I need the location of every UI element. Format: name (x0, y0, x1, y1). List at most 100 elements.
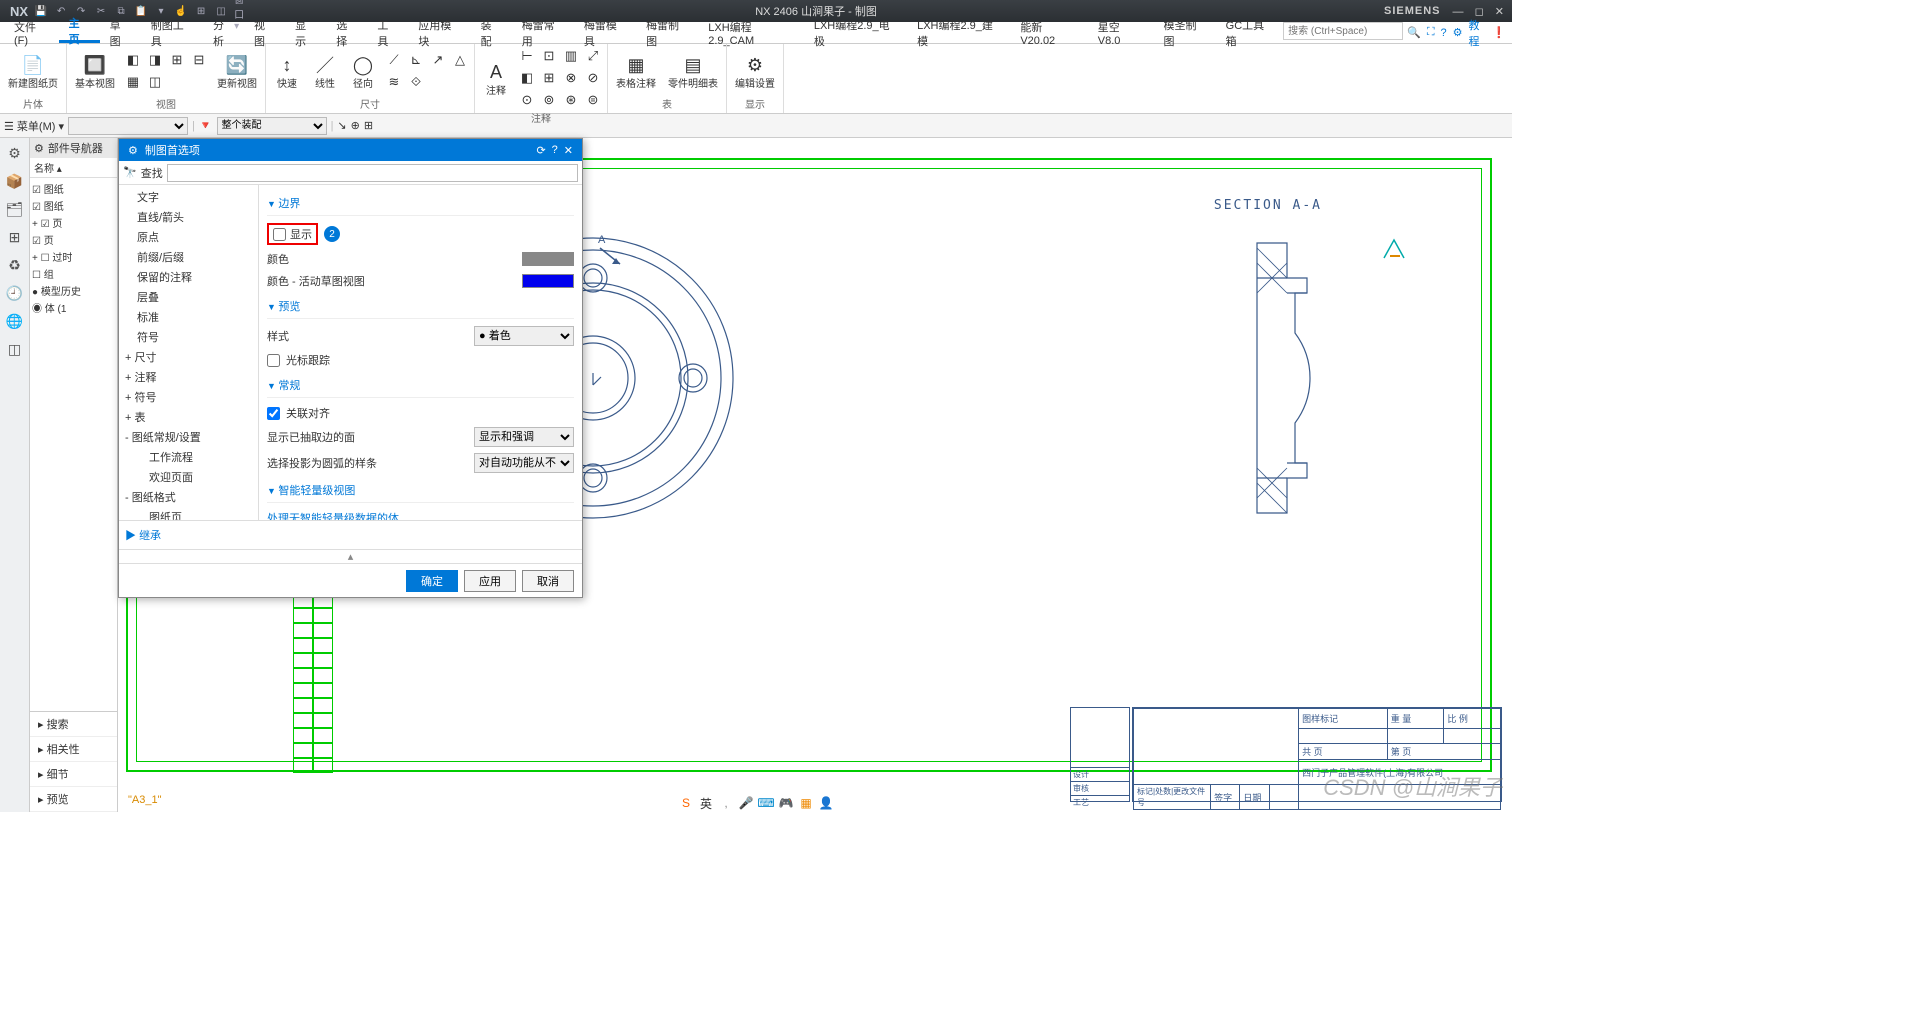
accordion-搜索[interactable]: ▸ 搜索 (30, 712, 117, 737)
tree-item[interactable]: + ☐ 过时 (32, 248, 115, 265)
tree-item[interactable]: ☑ 图纸 (32, 180, 115, 197)
ribbon-small-icon[interactable]: ◫ (145, 72, 165, 92)
tutorial-link[interactable]: 教程 (1469, 17, 1487, 49)
show-border-checkbox[interactable] (273, 228, 286, 241)
tool-icon-3[interactable]: ⊞ (364, 119, 373, 132)
color-swatch[interactable] (522, 252, 574, 266)
tab-11[interactable]: 梅雷常用 (512, 22, 574, 43)
ribbon-button[interactable]: 🔄更新视图 (213, 50, 261, 92)
dialog-tree[interactable]: 文字直线/箭头原点前缀/后缀保留的注释层叠标准符号+ 尺寸+ 注释+ 符号+ 表… (119, 185, 259, 520)
ribbon-small-icon[interactable]: ▦ (123, 72, 143, 92)
cancel-button[interactable]: 取消 (522, 570, 574, 592)
tab-18[interactable]: 星空 V8.0 (1088, 22, 1154, 43)
sogou-icon[interactable]: S (679, 796, 693, 810)
tab-4[interactable]: 分析 (203, 22, 244, 43)
ribbon-small-icon[interactable]: ⊗ (561, 68, 581, 88)
ribbon-small-icon[interactable]: ⤢ (583, 46, 603, 66)
settings-icon[interactable]: ⚙ (1453, 26, 1463, 39)
ribbon-small-icon[interactable]: ◧ (123, 50, 143, 70)
tab-8[interactable]: 工具 (367, 22, 408, 43)
ribbon-small-icon[interactable]: ⊙ (517, 90, 537, 110)
ribbon-small-icon[interactable]: ⊟ (189, 50, 209, 70)
dialog-tree-item[interactable]: 层叠 (119, 287, 258, 307)
ribbon-button[interactable]: 🔲基本视图 (71, 50, 119, 92)
ribbon-small-icon[interactable]: ▥ (561, 46, 581, 66)
ribbon-small-icon[interactable]: ⟋ (384, 50, 404, 70)
cut-icon[interactable]: ✂ (94, 4, 108, 18)
inherit-section[interactable]: ▶ 继承 (119, 520, 582, 550)
ribbon-button[interactable]: ／线性 (308, 50, 342, 92)
tree-item[interactable]: ☑ 图纸 (32, 197, 115, 214)
filter-select[interactable] (68, 117, 188, 135)
help-icon[interactable]: ? (549, 144, 561, 156)
style-select[interactable]: ● 着色 (474, 326, 574, 346)
ribbon-small-icon[interactable]: △ (450, 50, 470, 70)
tool-icon-2[interactable]: ⊕ (351, 119, 360, 132)
ribbon-button[interactable]: ◯径向 (346, 50, 380, 92)
dialog-tree-item[interactable]: 文字 (119, 187, 258, 207)
apply-button[interactable]: 应用 (464, 570, 516, 592)
nav-gear-icon[interactable]: ⚙ (34, 142, 44, 155)
ribbon-small-icon[interactable]: ≋ (384, 72, 404, 92)
accordion-细节[interactable]: ▸ 细节 (30, 762, 117, 787)
save-icon[interactable]: 💾 (34, 4, 48, 18)
dialog-tree-item[interactable]: + 符号 (119, 387, 258, 407)
ribbon-small-icon[interactable]: ⊢ (517, 46, 537, 66)
role-icon[interactable]: ◫ (4, 338, 26, 360)
keyboard-icon[interactable]: ⌨ (759, 796, 773, 810)
ribbon-small-icon[interactable]: ◨ (145, 50, 165, 70)
assembly-select[interactable]: 整个装配 (217, 117, 327, 135)
tab-13[interactable]: 梅雷制图 (636, 22, 698, 43)
dialog-close-icon[interactable]: ✕ (561, 144, 576, 157)
tab-5[interactable]: 视图 (244, 22, 285, 43)
dialog-tree-item[interactable]: 工作流程 (119, 447, 258, 467)
navigator-tree[interactable]: ☑ 图纸 ☑ 图纸 + ☑ 页 ☑ 页+ ☐ 过时☐ 组● 模型历史 ◉ 体 (… (30, 178, 117, 711)
dialog-tree-item[interactable]: + 尺寸 (119, 347, 258, 367)
ribbon-small-icon[interactable]: ⊚ (539, 90, 559, 110)
grid-icon[interactable]: ▦ (799, 796, 813, 810)
ribbon-button[interactable]: ⚙编辑设置 (731, 50, 779, 92)
ribbon-small-icon[interactable]: ↗ (428, 50, 448, 70)
tab-0[interactable]: 文件(F) (4, 22, 59, 43)
tree-item[interactable]: ☑ 页 (32, 231, 115, 248)
ribbon-small-icon[interactable]: ⊞ (167, 50, 187, 70)
tab-2[interactable]: 草图 (100, 22, 141, 43)
constraint-icon[interactable]: ⊞ (4, 226, 26, 248)
dialog-tree-item[interactable]: 标准 (119, 307, 258, 327)
dialog-tree-item[interactable]: 欢迎页面 (119, 467, 258, 487)
window-dropdown[interactable]: 窗口▾ (234, 4, 248, 18)
reuse-icon[interactable]: ♻ (4, 254, 26, 276)
ribbon-small-icon[interactable]: ⊜ (583, 90, 603, 110)
tab-20[interactable]: GC工具箱 (1216, 22, 1283, 43)
menu-dropdown[interactable]: ☰ 菜单(M) ▾ (4, 118, 64, 134)
ribbon-button[interactable]: ▦表格注释 (612, 50, 660, 92)
ribbon-button[interactable]: 📄新建图纸页 (4, 50, 62, 92)
extract-select[interactable]: 显示和强调 (474, 427, 574, 447)
assembly-nav-icon[interactable]: 🗂 (4, 198, 26, 220)
search-icon[interactable]: 🔍 (1407, 26, 1421, 39)
dialog-tree-item[interactable]: 直线/箭头 (119, 207, 258, 227)
tab-1[interactable]: 主页 (59, 22, 100, 43)
accordion-相关性[interactable]: ▸ 相关性 (30, 737, 117, 762)
assoc-align-checkbox[interactable] (267, 407, 280, 420)
person-icon[interactable]: 👤 (819, 796, 833, 810)
ribbon-button[interactable]: A注释 (479, 57, 513, 99)
tab-6[interactable]: 显示 (285, 22, 326, 43)
dialog-tree-item[interactable]: + 表 (119, 407, 258, 427)
mic-icon[interactable]: 🎤 (739, 796, 753, 810)
tree-item[interactable]: + ☑ 页 (32, 214, 115, 231)
tree-item[interactable]: ● 模型历史 (32, 282, 115, 299)
ribbon-button[interactable]: ▤零件明细表 (664, 50, 722, 92)
tab-15[interactable]: LXH编程2.9_电极 (804, 22, 907, 43)
tab-16[interactable]: LXH编程2.9_建模 (907, 22, 1010, 43)
cursor-track-checkbox[interactable] (267, 354, 280, 367)
dialog-tree-item[interactable]: 符号 (119, 327, 258, 347)
ribbon-small-icon[interactable]: ⊡ (539, 46, 559, 66)
tab-9[interactable]: 应用模块 (408, 22, 470, 43)
undo-icon[interactable]: ↶ (54, 4, 68, 18)
ok-button[interactable]: 确定 (406, 570, 458, 592)
ribbon-small-icon[interactable]: ◧ (517, 68, 537, 88)
window-icon[interactable]: ⊞ (194, 4, 208, 18)
tree-item[interactable]: ☐ 组 (32, 265, 115, 282)
browser-icon[interactable]: 🌐 (4, 310, 26, 332)
